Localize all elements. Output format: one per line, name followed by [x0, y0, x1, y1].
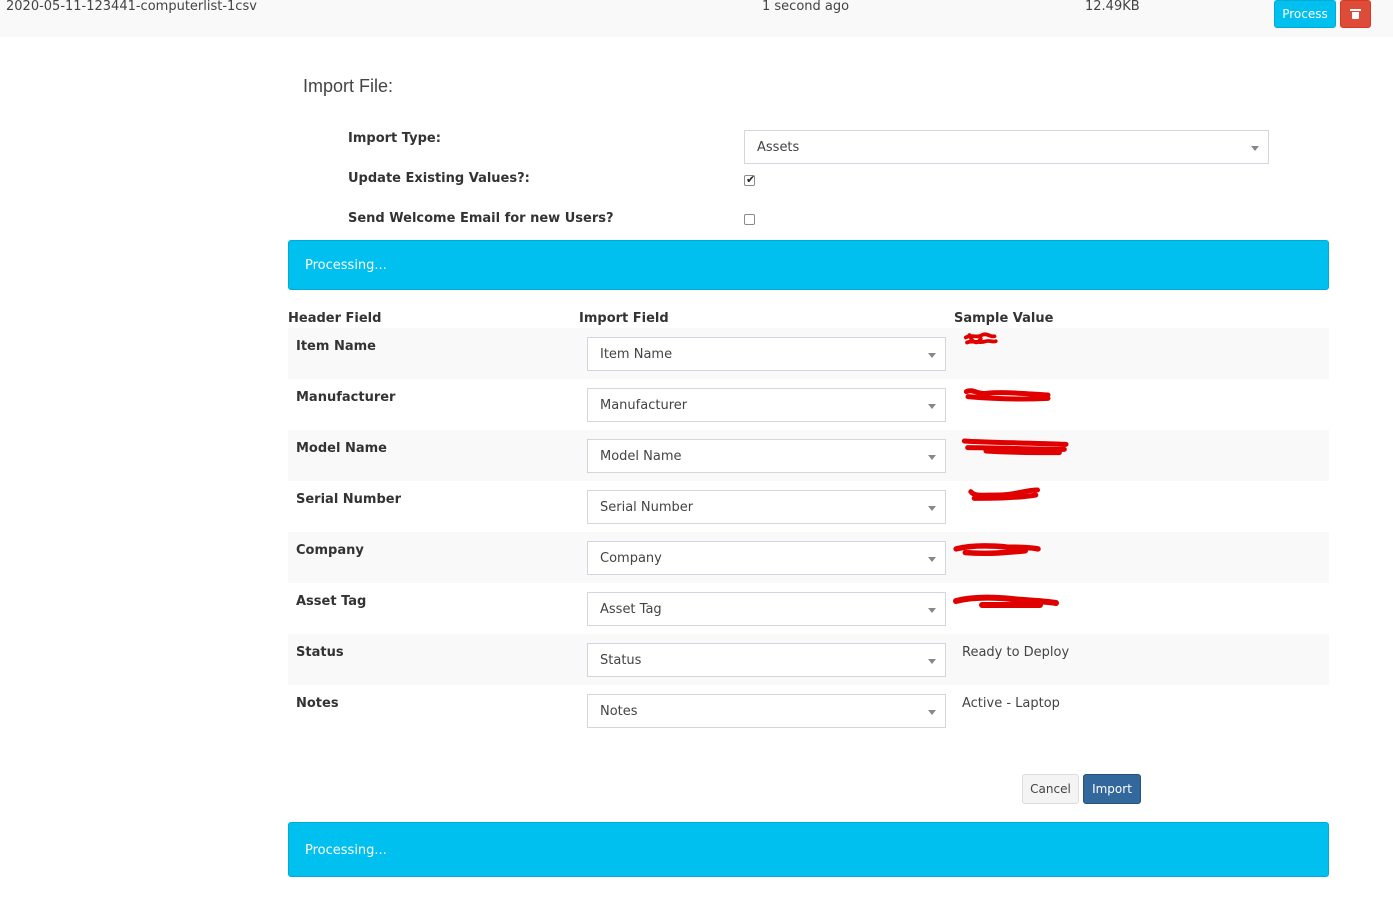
redaction-mark	[963, 388, 1051, 402]
redaction-mark	[953, 594, 1059, 608]
import-field-select[interactable]: Model Name	[587, 439, 946, 473]
update-existing-label: Update Existing Values?:	[348, 171, 530, 186]
header-field-label: Item Name	[296, 339, 376, 354]
trash-icon	[1350, 9, 1361, 19]
import-field-value: Status	[600, 653, 642, 668]
import-field-select[interactable]: Manufacturer	[587, 388, 946, 422]
import-field-value: Serial Number	[600, 500, 694, 515]
import-field-select[interactable]: Item Name	[587, 337, 946, 371]
chevron-down-icon	[928, 404, 936, 409]
chevron-down-icon	[928, 353, 936, 358]
redaction-mark	[963, 332, 998, 345]
redaction-mark	[968, 487, 1040, 501]
header-field-label: Manufacturer	[296, 390, 396, 405]
table-row: Manufacturer Manufacturer	[288, 379, 1329, 430]
redaction-mark	[961, 438, 1069, 456]
cancel-button[interactable]: Cancel	[1022, 774, 1079, 804]
col-sample-value: Sample Value	[954, 311, 1054, 326]
header-field-label: Notes	[296, 696, 339, 711]
import-field-value: Item Name	[600, 347, 673, 362]
table-row: Status Status Ready to Deploy	[288, 634, 1329, 685]
header-field-label: Model Name	[296, 441, 387, 456]
header-field-label: Status	[296, 645, 344, 660]
file-name: 2020-05-11-123441-computerlist-1csv	[6, 0, 257, 14]
table-row: Notes Notes Active - Laptop	[288, 685, 1329, 736]
redaction-mark	[953, 543, 1041, 557]
import-field-select[interactable]: Serial Number	[587, 490, 946, 524]
import-type-label: Import Type:	[348, 131, 441, 146]
checkmark-icon: ✔	[746, 173, 756, 186]
col-import-field: Import Field	[579, 311, 669, 326]
import-field-select[interactable]: Company	[587, 541, 946, 575]
import-field-select[interactable]: Status	[587, 643, 946, 677]
import-field-value: Notes	[600, 704, 638, 719]
import-field-value: Company	[600, 551, 662, 566]
import-field-value: Manufacturer	[600, 398, 688, 413]
send-welcome-checkbox[interactable]	[744, 214, 755, 225]
processing-alert-top: Processing...	[288, 240, 1329, 290]
chevron-down-icon	[928, 506, 936, 511]
header-field-label: Company	[296, 543, 364, 558]
sample-value: Ready to Deploy	[962, 645, 1070, 660]
chevron-down-icon	[928, 557, 936, 562]
import-field-select[interactable]: Asset Tag	[587, 592, 946, 626]
table-row: Serial Number Serial Number	[288, 481, 1329, 532]
chevron-down-icon	[928, 608, 936, 613]
table-row: Item Name Item Name	[288, 328, 1329, 379]
file-size: 12.49KB	[1085, 0, 1140, 14]
import-type-value: Assets	[757, 140, 800, 155]
import-file-title: Import File:	[303, 76, 394, 96]
import-field-value: Model Name	[600, 449, 682, 464]
send-welcome-label: Send Welcome Email for new Users?	[348, 211, 614, 226]
delete-button[interactable]	[1340, 0, 1371, 28]
import-field-value: Asset Tag	[600, 602, 662, 617]
sample-value: Active - Laptop	[962, 696, 1060, 711]
file-row: 2020-05-11-123441-computerlist-1csv 1 se…	[0, 0, 1393, 37]
import-type-select[interactable]: Assets	[744, 130, 1269, 164]
update-existing-checkbox[interactable]: ✔	[744, 173, 756, 186]
table-row: Asset Tag Asset Tag	[288, 583, 1329, 634]
chevron-down-icon	[928, 710, 936, 715]
chevron-down-icon	[1251, 146, 1259, 151]
import-field-select[interactable]: Notes	[587, 694, 946, 728]
file-upload-time: 1 second ago	[762, 0, 850, 14]
table-row: Model Name Model Name	[288, 430, 1329, 481]
import-button[interactable]: Import	[1083, 774, 1141, 804]
col-header-field: Header Field	[288, 311, 382, 326]
processing-alert-bottom: Processing...	[288, 822, 1329, 877]
chevron-down-icon	[928, 659, 936, 664]
process-button[interactable]: Process	[1274, 0, 1336, 28]
chevron-down-icon	[928, 455, 936, 460]
table-row: Company Company	[288, 532, 1329, 583]
header-field-label: Serial Number	[296, 492, 402, 507]
header-field-label: Asset Tag	[296, 594, 367, 609]
